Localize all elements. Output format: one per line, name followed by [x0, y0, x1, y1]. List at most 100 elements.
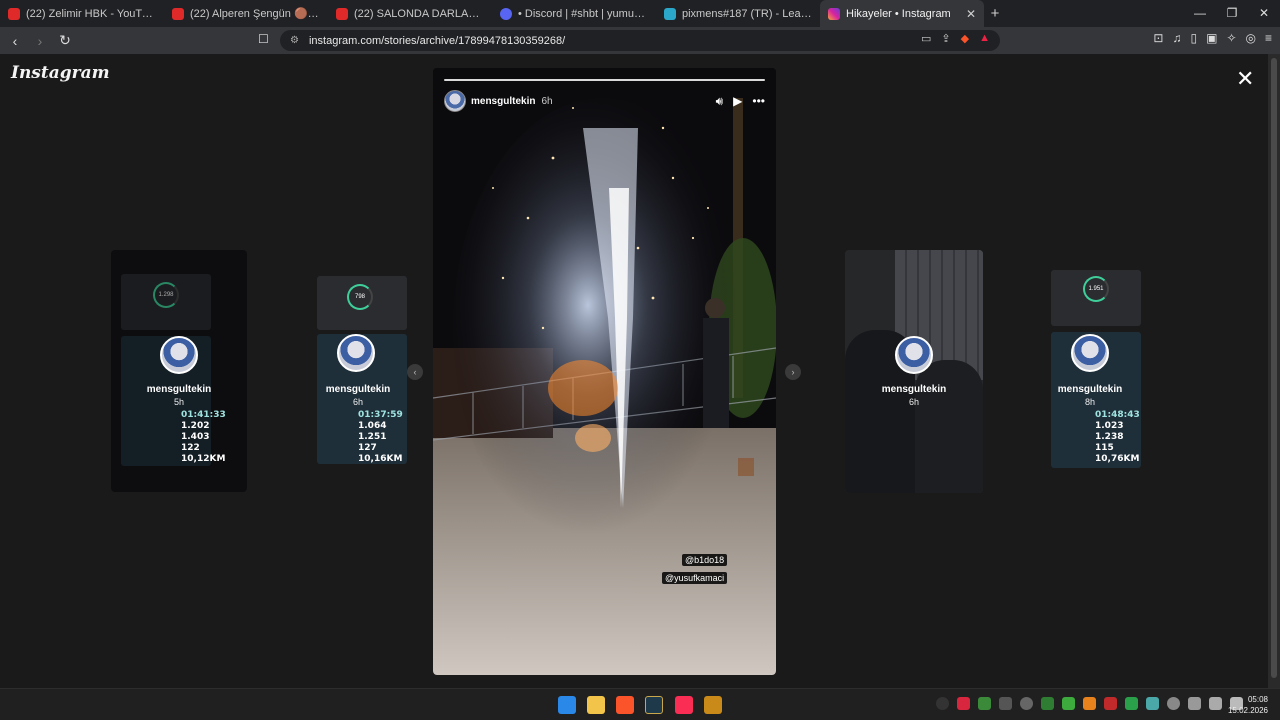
start-icon[interactable]	[558, 696, 576, 714]
screenshot-icon[interactable]: ⊡	[1153, 31, 1163, 45]
active-story[interactable]: mensgultekin 6h 🔊︎ ▶ ••• @b1do18 @yusufk…	[433, 68, 776, 675]
share-icon[interactable]: ⇪	[941, 32, 950, 45]
leo-icon[interactable]: ✧	[1226, 31, 1236, 45]
stat-value: 1.403	[181, 432, 210, 442]
stat-value: 1.064	[358, 421, 387, 431]
close-tab-icon[interactable]: ✕	[966, 7, 976, 21]
tab-title: (22) Alperen Şengün 🟤 | Houston R	[190, 8, 320, 20]
tray-app-icon[interactable]	[1146, 697, 1159, 710]
page-scrollbar[interactable]	[1268, 54, 1280, 688]
media-icon[interactable]: ♫	[1172, 31, 1181, 45]
mention-tags: @b1do18 @yusufkamaci	[662, 550, 728, 586]
instagram-logo[interactable]: Instagram	[11, 63, 110, 83]
game-app-icon[interactable]	[704, 696, 722, 714]
tray-app-icon[interactable]	[1041, 697, 1054, 710]
youtube-icon	[172, 7, 184, 20]
window-close-icon[interactable]: ✕	[1248, 0, 1280, 27]
leagueofgraphs-icon	[664, 7, 676, 20]
wallet-icon[interactable]: ▣	[1206, 31, 1217, 45]
window-controls: — ❐ ✕	[1184, 0, 1280, 27]
display-icon[interactable]	[1188, 697, 1201, 710]
brave-shields-icon[interactable]: ◆	[961, 32, 969, 45]
tray-app-icon[interactable]	[999, 697, 1012, 710]
apple-music-icon[interactable]	[675, 696, 693, 714]
close-icon[interactable]: ✕	[1236, 68, 1254, 90]
system-clock[interactable]: 05:08 15.02.2026	[1228, 694, 1268, 716]
preview-username: mensgultekin	[881, 384, 947, 395]
stat-value: 10,76KM	[1095, 454, 1140, 464]
progress-ring: 1.951	[1083, 276, 1109, 302]
network-icon[interactable]	[1209, 697, 1222, 710]
microphone-icon[interactable]	[1167, 697, 1180, 710]
preview-time: 8h	[1084, 397, 1095, 407]
tray-app-icon[interactable]	[1020, 697, 1033, 710]
site-settings-icon[interactable]: ⚙	[290, 35, 299, 46]
story-preview-2[interactable]: 798 mensgultekin 6h 01:37:59 1.064 1.251…	[290, 250, 426, 492]
story-progress-bar	[444, 79, 765, 81]
tab-discord[interactable]: • Discord | #shbt | yumurcaklar	[492, 0, 656, 27]
sidebar-icon[interactable]: ▯	[1190, 31, 1197, 45]
tray-app-icon[interactable]	[978, 697, 991, 710]
tab-youtube-1[interactable]: (22) Zelimir HBK - YouTube	[0, 0, 164, 27]
system-tray	[936, 697, 1243, 710]
screenshot-stats-panel: 798	[317, 276, 407, 330]
tray-app-icon[interactable]	[1083, 697, 1096, 710]
avatar	[160, 336, 198, 374]
instagram-icon	[828, 7, 840, 20]
brave-browser-icon[interactable]	[616, 696, 634, 714]
forward-icon[interactable]: ›	[30, 33, 50, 49]
address-bar[interactable]: ⚙ instagram.com/stories/archive/17899478…	[280, 30, 1000, 51]
tab-instagram[interactable]: Hikayeler • Instagram ✕	[820, 0, 984, 27]
mention-tag[interactable]: @b1do18	[682, 554, 728, 566]
tray-app-icon[interactable]	[1104, 697, 1117, 710]
minimize-icon[interactable]: —	[1184, 0, 1216, 27]
story-preview-3[interactable]: mensgultekin 6h	[845, 250, 983, 493]
tray-app-icon[interactable]	[1125, 697, 1138, 710]
vpn-icon[interactable]: ◎	[1246, 31, 1256, 45]
bookmark-icon[interactable]: ☐	[258, 32, 269, 46]
tab-leagueofgraphs[interactable]: pixmens#187 (TR) - LeagueOfGraphs	[656, 0, 820, 27]
tab-youtube-3[interactable]: (22) SALONDA DARLAMACA - YouTu	[328, 0, 492, 27]
tab-title: (22) Zelimir HBK - YouTube	[26, 7, 156, 20]
more-options-icon[interactable]: •••	[752, 94, 765, 108]
preview-time: 6h	[352, 397, 363, 407]
file-explorer-icon[interactable]	[587, 696, 605, 714]
stories-page: Instagram ✕ 1.298 mensgultekin 5h 01:41:…	[0, 54, 1268, 688]
steam-icon[interactable]	[936, 697, 949, 710]
tray-app-icon[interactable]	[957, 697, 970, 710]
discord-icon	[500, 7, 512, 20]
previous-story-button[interactable]: ‹	[407, 364, 423, 380]
tab-youtube-2[interactable]: (22) Alperen Şengün 🟤 | Houston R	[164, 0, 328, 27]
story-preview-4[interactable]: 1.951 mensgultekin 8h 01:48:43 1.023 1.2…	[1022, 250, 1158, 492]
story-header: mensgultekin 6h 🔊︎ ▶ •••	[444, 90, 765, 112]
avatar	[337, 334, 375, 372]
tab-title: pixmens#187 (TR) - LeagueOfGraphs	[682, 7, 812, 20]
brave-rewards-icon[interactable]: ▲	[979, 32, 990, 45]
new-tab-button[interactable]: +	[984, 5, 1006, 22]
workout-stats: 01:37:59 1.064 1.251 127 10,16KM	[358, 410, 403, 465]
avatar	[895, 336, 933, 374]
stat-duration: 01:48:43	[1095, 410, 1140, 420]
next-story-button[interactable]: ›	[785, 364, 801, 380]
tray-app-icon[interactable]	[1062, 697, 1075, 710]
mention-tag[interactable]: @yusufkamaci	[662, 572, 728, 584]
stat-value: 1.238	[1095, 432, 1124, 442]
url-text: instagram.com/stories/archive/1789947813…	[308, 34, 566, 47]
story-controls: 🔊︎ ▶ •••	[716, 94, 765, 109]
reload-icon[interactable]: ↻	[55, 32, 75, 49]
restore-icon[interactable]: ❐	[1216, 0, 1248, 27]
story-preview-1[interactable]: 1.298 mensgultekin 5h 01:41:33 1.202 1.4…	[111, 250, 247, 492]
avatar	[1071, 334, 1109, 372]
avatar[interactable]	[444, 90, 466, 112]
stat-value: 1.202	[181, 421, 210, 431]
play-icon[interactable]: ▶	[733, 94, 742, 108]
volume-icon[interactable]: 🔊︎	[716, 94, 724, 109]
cast-icon[interactable]: ▭	[921, 32, 931, 45]
stat-value: 122	[181, 443, 200, 453]
stat-value: 10,16KM	[358, 454, 403, 464]
league-of-legends-icon[interactable]	[645, 696, 663, 714]
menu-icon[interactable]: ≡	[1265, 31, 1272, 45]
story-username[interactable]: mensgultekin	[471, 96, 535, 107]
back-icon[interactable]: ‹	[5, 33, 25, 49]
tab-title: Hikayeler • Instagram	[846, 7, 951, 20]
